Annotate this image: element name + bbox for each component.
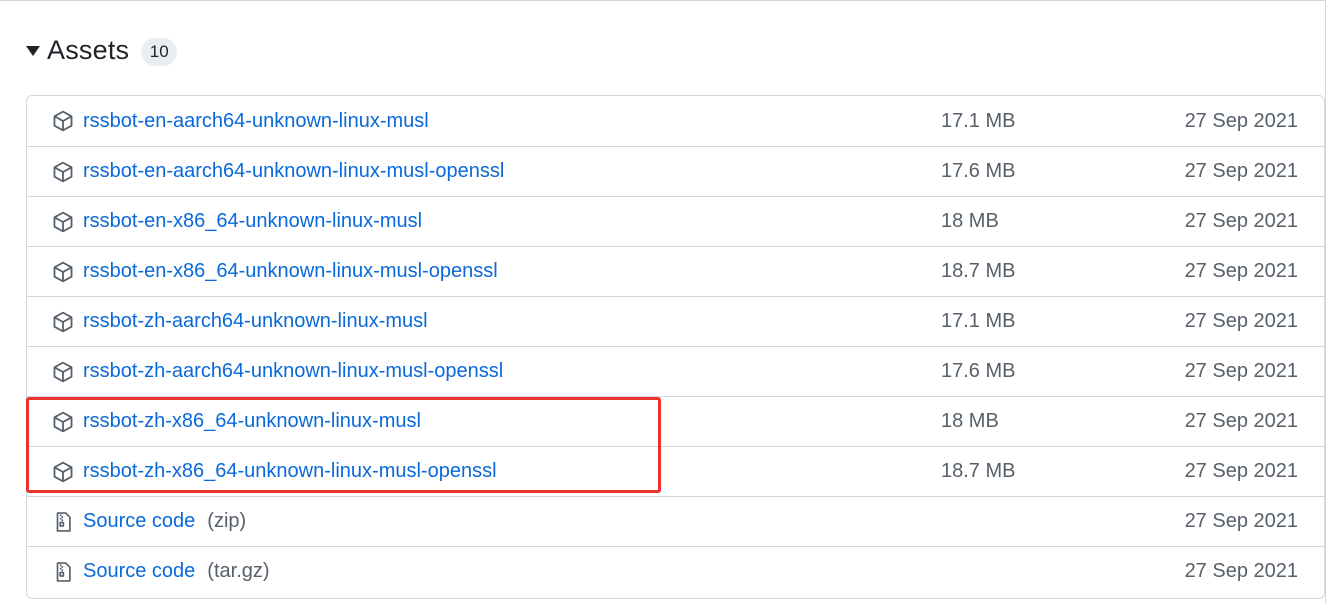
source-format: (zip) [207, 510, 247, 532]
source-row: Source code (zip) 27 Sep 2021 [27, 496, 1324, 546]
asset-size: 17.1 MB [941, 310, 1016, 332]
asset-row: rssbot-zh-x86_64-unknown-linux-musl-open… [27, 446, 1324, 496]
asset-link[interactable]: rssbot-en-aarch64-unknown-linux-musl [83, 110, 429, 133]
assets-title: Assets [47, 34, 130, 65]
package-icon [52, 461, 74, 483]
asset-row: rssbot-en-x86_64-unknown-linux-musl 18 M… [27, 196, 1324, 246]
asset-date: 27 Sep 2021 [1184, 510, 1298, 532]
source-code-label: Source code [83, 560, 196, 582]
asset-size: 17.1 MB [941, 109, 1016, 132]
asset-row: rssbot-zh-aarch64-unknown-linux-musl 17.… [27, 296, 1324, 346]
asset-link[interactable]: rssbot-zh-aarch64-unknown-linux-musl-ope… [83, 360, 503, 383]
asset-date: 27 Sep 2021 [1184, 360, 1298, 382]
asset-link[interactable]: rssbot-en-x86_64-unknown-linux-musl [83, 210, 422, 233]
package-icon [52, 211, 74, 233]
source-code-zip-link[interactable]: Source code (zip) [83, 510, 246, 533]
package-icon [52, 110, 74, 132]
asset-size: 18.7 MB [941, 260, 1016, 282]
assets-count-badge: 10 [141, 38, 178, 66]
asset-row: rssbot-en-aarch64-unknown-linux-musl-ope… [27, 146, 1324, 196]
asset-link[interactable]: rssbot-zh-x86_64-unknown-linux-musl-open… [83, 460, 497, 483]
asset-row: rssbot-zh-aarch64-unknown-linux-musl-ope… [27, 346, 1324, 396]
assets-list: rssbot-en-aarch64-unknown-linux-musl 17.… [26, 95, 1325, 599]
asset-size: 18.7 MB [941, 460, 1016, 482]
file-zip-icon [52, 561, 74, 583]
asset-size: 18 MB [941, 410, 999, 432]
asset-link[interactable]: rssbot-zh-x86_64-unknown-linux-musl [83, 410, 421, 433]
asset-date: 27 Sep 2021 [1184, 160, 1298, 182]
caret-down-icon [26, 46, 40, 56]
package-icon [52, 261, 74, 283]
asset-link[interactable]: rssbot-zh-aarch64-unknown-linux-musl [83, 310, 428, 333]
asset-link[interactable]: rssbot-en-x86_64-unknown-linux-musl-open… [83, 260, 498, 283]
asset-size: 17.6 MB [941, 160, 1016, 182]
assets-summary-toggle[interactable]: Assets 10 [26, 30, 178, 70]
source-code-label: Source code [83, 510, 196, 532]
source-code-targz-link[interactable]: Source code (tar.gz) [83, 560, 270, 583]
asset-date: 27 Sep 2021 [1184, 210, 1298, 232]
asset-link[interactable]: rssbot-en-aarch64-unknown-linux-musl-ope… [83, 160, 504, 183]
asset-date: 27 Sep 2021 [1184, 460, 1298, 482]
file-zip-icon [52, 511, 74, 533]
asset-row: rssbot-zh-x86_64-unknown-linux-musl 18 M… [27, 396, 1324, 446]
asset-date: 27 Sep 2021 [1184, 410, 1298, 432]
package-icon [52, 411, 74, 433]
asset-row: rssbot-en-aarch64-unknown-linux-musl 17.… [27, 96, 1324, 146]
asset-date: 27 Sep 2021 [1184, 260, 1298, 282]
source-format: (tar.gz) [207, 560, 270, 582]
asset-date: 27 Sep 2021 [1184, 109, 1298, 132]
asset-size: 18 MB [941, 210, 999, 232]
asset-date: 27 Sep 2021 [1184, 560, 1298, 582]
asset-date: 27 Sep 2021 [1184, 310, 1298, 332]
package-icon [52, 361, 74, 383]
package-icon [52, 311, 74, 333]
asset-size: 17.6 MB [941, 360, 1016, 382]
package-icon [52, 161, 74, 183]
source-row: Source code (tar.gz) 27 Sep 2021 [27, 546, 1324, 596]
asset-row: rssbot-en-x86_64-unknown-linux-musl-open… [27, 246, 1324, 296]
